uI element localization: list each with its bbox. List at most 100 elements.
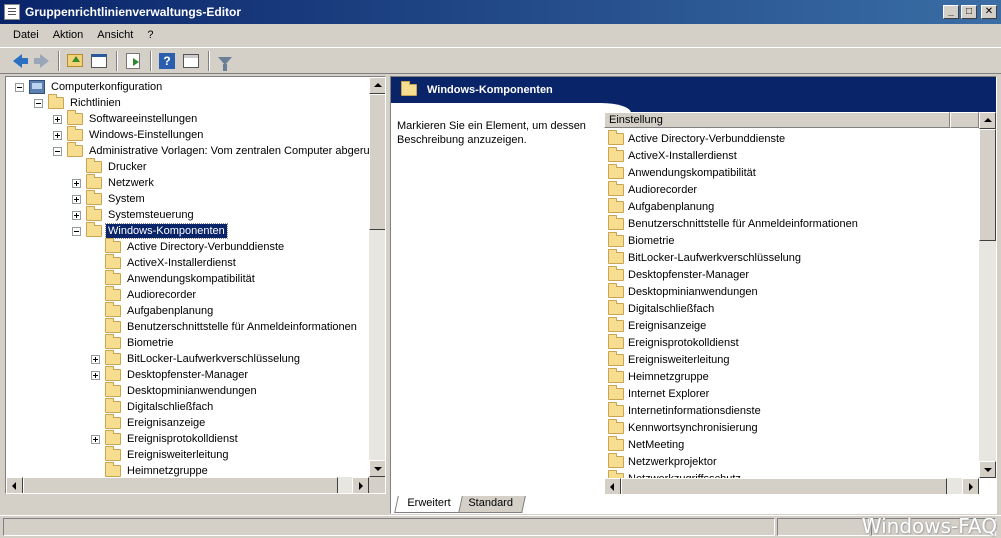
list-item[interactable]: Audiorecorder [608, 180, 697, 198]
list-item[interactable]: Active Directory-Verbunddienste [608, 129, 785, 147]
tree-item[interactable]: Administrative Vorlagen: Vom zentralen C… [53, 142, 370, 159]
tree-item[interactable]: Ereignisanzeige [91, 414, 207, 431]
collapse-minus-icon[interactable] [15, 82, 24, 92]
tree-item[interactable]: Ereignisprotokolldienst [91, 430, 240, 447]
tree-item[interactable]: Systemsteuerung [72, 206, 196, 223]
back-button[interactable] [6, 50, 28, 72]
tree-item[interactable]: Ereignisweiterleitung [91, 446, 231, 463]
tree-item[interactable]: BitLocker-Laufwerkverschlüsselung [91, 350, 302, 367]
list-item[interactable]: Benutzerschnittstelle für Anmeldeinforma… [608, 214, 858, 232]
list-item[interactable]: Digitalschließfach [608, 299, 714, 317]
up-level-button[interactable] [64, 50, 86, 72]
tab-standard[interactable]: Standard [455, 496, 526, 513]
list-item[interactable]: Anwendungskompatibilität [608, 163, 756, 181]
console-tree: Computerkonfiguration Richtlinien Software… [6, 77, 370, 477]
tree-item[interactable]: Digitalschließfach [91, 398, 215, 415]
collapse-minus-icon[interactable] [72, 226, 81, 236]
expand-plus-icon[interactable] [91, 354, 100, 364]
tree-horizontal-scrollbar[interactable] [6, 477, 369, 493]
list-vertical-scrollbar[interactable] [979, 112, 996, 478]
folder-icon [86, 206, 102, 221]
tree-item[interactable]: Benutzerschnittstelle für Anmeldeinforma… [91, 318, 359, 335]
list-item[interactable]: Ereignisweiterleitung [608, 350, 730, 368]
scroll-right-button[interactable] [352, 477, 369, 493]
list-item[interactable]: Aufgabenplanung [608, 197, 714, 215]
expand-plus-icon[interactable] [53, 130, 62, 140]
expand-plus-icon[interactable] [53, 114, 62, 124]
expand-plus-icon[interactable] [72, 210, 81, 220]
expand-plus-icon[interactable] [72, 194, 81, 204]
tree-item[interactable]: Windows-Komponenten [72, 222, 228, 239]
column-header-einstellung[interactable]: Einstellung [604, 112, 950, 128]
menu-aktion[interactable]: Aktion [46, 27, 91, 43]
list-item[interactable]: Internetinformationsdienste [608, 401, 761, 419]
folder-icon [608, 129, 624, 145]
scroll-thumb[interactable] [23, 477, 338, 493]
list-item[interactable]: Heimnetzgruppe [608, 367, 709, 385]
tree-item[interactable]: System [72, 190, 147, 207]
tree-item[interactable]: Drucker [72, 158, 149, 175]
tree-item[interactable]: Desktopfenster-Manager [91, 366, 250, 383]
expand-plus-icon[interactable] [91, 370, 100, 380]
expand-plus-icon[interactable] [72, 178, 81, 188]
scroll-down-button[interactable] [979, 461, 996, 478]
list-item[interactable]: BitLocker-Laufwerkverschlüsselung [608, 248, 801, 266]
tree-vertical-scrollbar[interactable] [369, 77, 385, 477]
scroll-up-button[interactable] [369, 77, 385, 94]
menu-ansicht[interactable]: Ansicht [90, 27, 140, 43]
tree-item[interactable]: ActiveX-Installerdienst [91, 254, 238, 271]
collapse-minus-icon[interactable] [53, 146, 62, 156]
export-list-button[interactable] [122, 50, 144, 72]
expand-plus-icon[interactable] [91, 434, 100, 444]
scroll-thumb[interactable] [369, 94, 385, 230]
tree-item[interactable]: Aufgabenplanung [91, 302, 215, 319]
tree-item[interactable]: Biometrie [91, 334, 175, 351]
help-button[interactable]: ? [156, 50, 178, 72]
menu-datei[interactable]: Datei [6, 27, 46, 43]
scroll-up-button[interactable] [979, 112, 996, 129]
tree-item[interactable]: Heimnetzgruppe [91, 462, 210, 477]
scroll-right-button[interactable] [962, 478, 979, 494]
tree-item-label: Desktopminianwendungen [127, 385, 257, 397]
column-header-empty[interactable] [950, 112, 979, 128]
collapse-minus-icon[interactable] [34, 98, 43, 108]
list-item[interactable]: Internet Explorer [608, 384, 709, 402]
list-horizontal-scrollbar[interactable] [604, 478, 979, 494]
tree-item[interactable]: Audiorecorder [91, 286, 198, 303]
tree-item[interactable]: Anwendungskompatibilität [91, 270, 257, 287]
tree-item[interactable]: Softwareeinstellungen [53, 110, 199, 127]
properties-button[interactable] [180, 50, 202, 72]
list-item[interactable]: NetMeeting [608, 435, 684, 453]
scroll-thumb[interactable] [979, 129, 996, 241]
list-item[interactable]: Ereignisanzeige [608, 316, 706, 334]
close-button[interactable]: ✕ [981, 5, 997, 19]
scroll-thumb[interactable] [621, 478, 947, 494]
show-console-tree-button[interactable] [88, 50, 110, 72]
scroll-down-button[interactable] [369, 460, 385, 477]
toolbar-separator [150, 50, 152, 71]
list-item[interactable]: Kennwortsynchronisierung [608, 418, 758, 436]
list-item[interactable]: Desktopminianwendungen [608, 282, 758, 300]
scroll-left-button[interactable] [6, 477, 23, 493]
list-item[interactable]: ActiveX-Installerdienst [608, 146, 737, 164]
maximize-button[interactable]: □ [961, 5, 977, 19]
scroll-left-button[interactable] [604, 478, 621, 494]
tree-item[interactable]: Windows-Einstellungen [53, 126, 205, 143]
folder-icon [608, 197, 624, 213]
menu-help[interactable]: ? [140, 27, 160, 43]
tab-erweitert[interactable]: Erweitert [394, 496, 464, 513]
tree-item[interactable]: Desktopminianwendungen [91, 382, 259, 399]
list-item[interactable]: Ereignisprotokolldienst [608, 333, 739, 351]
tree-item[interactable]: Computerkonfiguration [15, 79, 164, 95]
list-item[interactable]: Biometrie [608, 231, 674, 249]
forward-button[interactable] [30, 50, 52, 72]
tree-item[interactable]: Active Directory-Verbunddienste [91, 238, 286, 255]
tree-item[interactable]: Netzwerk [72, 174, 156, 191]
list-item[interactable]: Desktopfenster-Manager [608, 265, 749, 283]
minimize-button[interactable]: _ [943, 5, 959, 19]
folder-icon [105, 286, 121, 301]
tree-item[interactable]: Richtlinien [34, 94, 123, 111]
filter-button[interactable] [214, 50, 236, 72]
watermark: Windows-FAQ [861, 514, 997, 538]
list-item[interactable]: Netzwerkprojektor [608, 452, 717, 470]
